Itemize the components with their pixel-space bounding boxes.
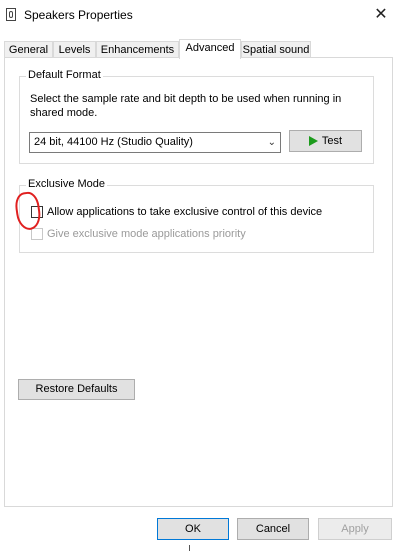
exclusive-mode-group: Exclusive Mode xyxy=(19,178,374,253)
exclusive-priority-checkbox[interactable] xyxy=(31,228,43,240)
close-button[interactable]: ✕ xyxy=(369,3,393,27)
test-button[interactable]: Test xyxy=(289,130,362,152)
format-select-value: 24 bit, 44100 Hz (Studio Quality) xyxy=(34,136,193,148)
tab-general[interactable]: General xyxy=(4,41,53,57)
format-select[interactable]: 24 bit, 44100 Hz (Studio Quality) ⌄ xyxy=(29,132,281,153)
bottom-divider xyxy=(189,545,190,551)
restore-defaults-button[interactable]: Restore Defaults xyxy=(18,379,135,400)
default-format-description: Select the sample rate and bit depth to … xyxy=(30,93,342,119)
tab-levels[interactable]: Levels xyxy=(53,41,96,57)
speaker-icon xyxy=(6,8,16,21)
default-format-title: Default Format xyxy=(26,69,103,81)
tab-enhancements[interactable]: Enhancements xyxy=(96,41,179,57)
cancel-button[interactable]: Cancel xyxy=(237,518,309,540)
tab-advanced[interactable]: Advanced xyxy=(179,39,241,59)
apply-button[interactable]: Apply xyxy=(318,518,392,540)
tab-spatial-sound[interactable]: Spatial sound xyxy=(241,41,311,57)
test-button-label: Test xyxy=(321,135,343,147)
title-bar: Speakers Properties ✕ xyxy=(0,0,397,30)
window-title: Speakers Properties xyxy=(24,8,133,22)
allow-exclusive-checkbox[interactable] xyxy=(31,206,43,218)
chevron-down-icon: ⌄ xyxy=(267,137,276,148)
exclusive-mode-title: Exclusive Mode xyxy=(26,178,108,190)
ok-button[interactable]: OK xyxy=(157,518,229,540)
allow-exclusive-label[interactable]: Allow applications to take exclusive con… xyxy=(47,206,322,218)
play-icon xyxy=(308,136,318,147)
exclusive-priority-label: Give exclusive mode applications priorit… xyxy=(47,228,246,240)
